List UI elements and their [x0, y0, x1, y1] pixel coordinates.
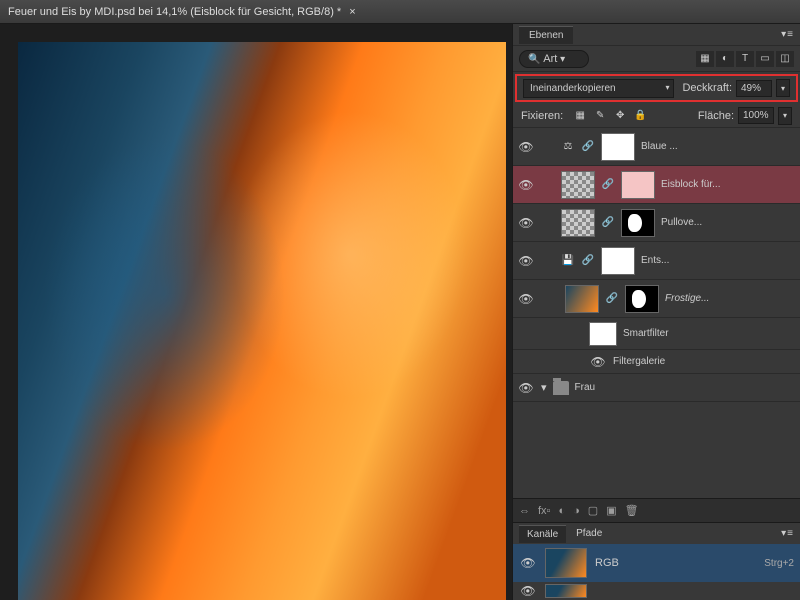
filter-adjustment-icon[interactable]: ◐: [716, 51, 734, 67]
delete-icon[interactable]: 🗑: [625, 504, 639, 517]
link-icon[interactable]: 🔗: [581, 141, 595, 152]
filter-type-icon[interactable]: T: [736, 51, 754, 67]
group-icon[interactable]: ▢: [588, 504, 598, 517]
layer-mask-thumb[interactable]: [621, 171, 655, 199]
lock-all-icon[interactable]: 🔒: [633, 109, 647, 123]
layer-filter-row: 🔍 Art ▾ ▦ ◐ T ▭ ◫: [513, 46, 800, 72]
fill-dropdown-icon[interactable]: ▾: [778, 107, 792, 125]
filter-pixel-icon[interactable]: ▦: [696, 51, 714, 67]
layer-mask-thumb[interactable]: [621, 209, 655, 237]
link-icon[interactable]: 🔗: [601, 179, 615, 190]
link-icon[interactable]: 🔗: [581, 255, 595, 266]
visibility-icon[interactable]: 👁: [519, 584, 537, 598]
layer-type-filters: ▦ ◐ T ▭ ◫: [696, 51, 794, 67]
title-bar: Feuer und Eis by MDI.psd bei 14,1% (Eisb…: [0, 0, 800, 24]
visibility-icon[interactable]: 👁: [517, 178, 535, 192]
save-icon: 💾: [561, 255, 575, 266]
visibility-icon[interactable]: 👁: [517, 216, 535, 230]
layer-thumb[interactable]: [589, 322, 617, 346]
collapse-icon[interactable]: ▾: [541, 381, 547, 394]
document-canvas[interactable]: [18, 42, 506, 600]
panel-menu-icon[interactable]: ▾≡: [781, 528, 794, 539]
blend-mode-select[interactable]: Ineinanderkopieren: [523, 79, 674, 98]
layer-row[interactable]: 👁 ⚖ 🔗 Blaue ...: [513, 128, 800, 166]
opacity-group: Deckkraft: ▾: [682, 79, 790, 97]
channel-row[interactable]: 👁 RGB Strg+2: [513, 544, 800, 582]
link-icon[interactable]: 🔗: [605, 293, 619, 304]
lock-icons: ▦ ✎ ✥ 🔒: [573, 109, 647, 123]
visibility-icon[interactable]: 👁: [517, 254, 535, 268]
layer-thumb[interactable]: [601, 133, 635, 161]
panel-menu-icon[interactable]: ▾≡: [781, 29, 794, 40]
layer-name[interactable]: Eisblock für...: [661, 179, 796, 190]
layer-mask-thumb[interactable]: [625, 285, 659, 313]
layer-thumb[interactable]: [565, 285, 599, 313]
opacity-input[interactable]: [736, 80, 772, 97]
layer-name[interactable]: Filtergalerie: [613, 356, 796, 367]
visibility-icon[interactable]: 👁: [589, 355, 607, 369]
layer-thumb[interactable]: [601, 247, 635, 275]
fx-icon[interactable]: fx▫: [538, 505, 550, 517]
channel-thumb[interactable]: [545, 548, 587, 578]
folder-icon: [553, 381, 569, 395]
fill-group: Fläche: ▾: [698, 107, 792, 125]
layer-name[interactable]: Frostige...: [665, 293, 796, 304]
layer-group-row[interactable]: 👁 ▾ Frau: [513, 374, 800, 402]
visibility-icon[interactable]: 👁: [517, 292, 535, 306]
layer-row[interactable]: 👁 💾 🔗 Ents...: [513, 242, 800, 280]
group-name[interactable]: Frau: [575, 382, 796, 393]
layers-panel-header: Ebenen ▾≡: [513, 24, 800, 46]
layer-thumb[interactable]: [561, 209, 595, 237]
new-layer-icon[interactable]: ▣: [606, 504, 616, 517]
layer-row[interactable]: 👁 🔗 Pullove...: [513, 204, 800, 242]
layer-kind-filter[interactable]: 🔍 Art ▾: [519, 50, 589, 68]
filter-smart-icon[interactable]: ◫: [776, 51, 794, 67]
channel-thumb[interactable]: [545, 584, 587, 598]
filter-shape-icon[interactable]: ▭: [756, 51, 774, 67]
fill-input[interactable]: [738, 107, 774, 124]
document-title: Feuer und Eis by MDI.psd bei 14,1% (Eisb…: [8, 6, 341, 18]
tab-layers[interactable]: Ebenen: [519, 26, 573, 44]
close-tab-icon[interactable]: ×: [349, 6, 355, 18]
canvas-area: [0, 24, 512, 600]
opacity-label: Deckkraft:: [682, 82, 732, 94]
layer-row[interactable]: 👁 🔗 Eisblock für...: [513, 166, 800, 204]
layers-list: 👁 ⚖ 🔗 Blaue ... 👁 🔗 Eisblock für... 👁 🔗: [513, 128, 800, 498]
layer-row[interactable]: Smartfilter: [513, 318, 800, 350]
tab-channels[interactable]: Kanäle: [519, 525, 566, 543]
lock-pixels-icon[interactable]: ✎: [593, 109, 607, 123]
workspace: Ebenen ▾≡ 🔍 Art ▾ ▦ ◐ T ▭ ◫ Ineinanderko…: [0, 24, 800, 600]
layer-row[interactable]: 👁 🔗 Frostige...: [513, 280, 800, 318]
balance-icon: ⚖: [561, 141, 575, 152]
layer-row[interactable]: 👁 Filtergalerie: [513, 350, 800, 374]
layers-bottom-bar: ⇔ fx▫ ◐ ◑ ▢ ▣ 🗑: [513, 498, 800, 522]
channel-row[interactable]: 👁: [513, 582, 800, 600]
layer-name[interactable]: Ents...: [641, 255, 796, 266]
link-layers-icon[interactable]: ⇔: [519, 505, 530, 517]
lock-row: Fixieren: ▦ ✎ ✥ 🔒 Fläche: ▾: [513, 104, 800, 128]
opacity-dropdown-icon[interactable]: ▾: [776, 79, 790, 97]
layer-thumb[interactable]: [561, 171, 595, 199]
layer-name[interactable]: Blaue ...: [641, 141, 796, 152]
lock-label: Fixieren:: [521, 110, 563, 122]
visibility-icon[interactable]: 👁: [519, 556, 537, 570]
fill-label: Fläche:: [698, 110, 734, 122]
adjustment-icon[interactable]: ◑: [573, 505, 580, 517]
lock-position-icon[interactable]: ✥: [613, 109, 627, 123]
visibility-icon[interactable]: 👁: [517, 140, 535, 154]
channel-name: RGB: [595, 557, 619, 569]
lock-transparency-icon[interactable]: ▦: [573, 109, 587, 123]
channel-shortcut: Strg+2: [764, 558, 794, 569]
blend-opacity-row: Ineinanderkopieren Deckkraft: ▾: [515, 74, 798, 102]
link-icon[interactable]: 🔗: [601, 217, 615, 228]
layer-name[interactable]: Smartfilter: [623, 328, 796, 339]
mask-icon[interactable]: ◐: [558, 505, 565, 517]
tab-paths[interactable]: Pfade: [568, 525, 610, 542]
panels-dock: Ebenen ▾≡ 🔍 Art ▾ ▦ ◐ T ▭ ◫ Ineinanderko…: [512, 24, 800, 600]
layer-name[interactable]: Pullove...: [661, 217, 796, 228]
channels-panel-header: Kanäle Pfade ▾≡: [513, 522, 800, 544]
visibility-icon[interactable]: 👁: [517, 381, 535, 395]
